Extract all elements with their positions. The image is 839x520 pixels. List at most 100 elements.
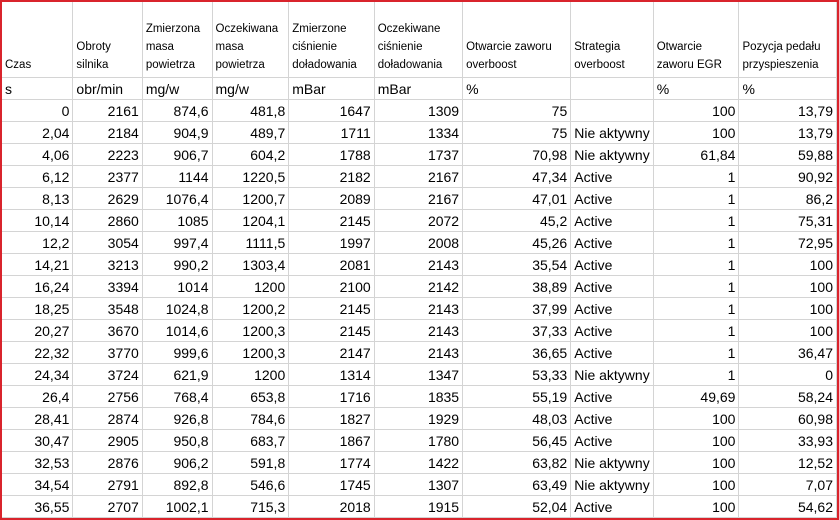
table-cell[interactable]: 546,6 <box>212 473 290 496</box>
table-cell[interactable]: 1422 <box>374 451 464 474</box>
table-cell[interactable]: 47,01 <box>462 187 572 210</box>
table-cell[interactable]: 100 <box>653 407 740 430</box>
table-cell[interactable]: 2143 <box>374 319 464 342</box>
table-cell[interactable]: 2145 <box>288 209 375 232</box>
table-cell[interactable]: 2161 <box>72 99 143 122</box>
table-cell[interactable]: 1737 <box>374 143 464 166</box>
table-cell[interactable]: 0 <box>2 99 74 122</box>
table-cell[interactable]: 3770 <box>72 341 143 364</box>
table-cell[interactable]: 2167 <box>374 187 464 210</box>
table-cell[interactable]: 60,98 <box>738 407 837 430</box>
table-cell[interactable]: Nie aktywny <box>570 143 654 166</box>
table-cell[interactable]: Active <box>570 231 654 254</box>
table-cell[interactable]: 75 <box>462 99 572 122</box>
table-cell[interactable]: 36,55 <box>2 495 74 518</box>
table-cell[interactable]: 100 <box>738 275 837 298</box>
table-cell[interactable]: 2184 <box>72 121 143 144</box>
table-cell[interactable]: 3548 <box>72 297 143 320</box>
table-cell[interactable]: 999,6 <box>142 341 213 364</box>
table-cell[interactable]: 2791 <box>72 473 143 496</box>
table-cell[interactable]: 1 <box>653 253 740 276</box>
table-cell[interactable]: Active <box>570 319 654 342</box>
table-cell[interactable]: 100 <box>653 121 740 144</box>
table-cell[interactable]: 45,2 <box>462 209 572 232</box>
table-cell[interactable]: 2100 <box>288 275 375 298</box>
table-cell[interactable]: 34,54 <box>2 473 74 496</box>
table-cell[interactable]: Active <box>570 341 654 364</box>
table-cell[interactable]: 100 <box>653 473 740 496</box>
table-cell[interactable]: Active <box>570 407 654 430</box>
unit-cell[interactable]: mg/w <box>142 77 213 100</box>
table-cell[interactable]: Active <box>570 209 654 232</box>
table-cell[interactable]: 20,27 <box>2 319 74 342</box>
table-cell[interactable]: 2223 <box>72 143 143 166</box>
table-cell[interactable]: 1076,4 <box>142 187 213 210</box>
table-cell[interactable]: 1716 <box>288 385 375 408</box>
table-cell[interactable]: 2143 <box>374 297 464 320</box>
table-cell[interactable]: Active <box>570 495 654 518</box>
header-cell[interactable]: Zmierzona masa powietrza <box>142 2 213 78</box>
table-cell[interactable]: 653,8 <box>212 385 290 408</box>
table-cell[interactable]: 86,2 <box>738 187 837 210</box>
table-cell[interactable]: 52,04 <box>462 495 572 518</box>
table-cell[interactable]: 1788 <box>288 143 375 166</box>
table-cell[interactable]: 61,84 <box>653 143 740 166</box>
table-cell[interactable]: 24,34 <box>2 363 74 386</box>
table-cell[interactable]: 63,49 <box>462 473 572 496</box>
unit-cell[interactable]: % <box>738 77 837 100</box>
table-cell[interactable]: 1111,5 <box>212 231 290 254</box>
table-cell[interactable]: 3724 <box>72 363 143 386</box>
table-cell[interactable]: 3670 <box>72 319 143 342</box>
header-cell[interactable]: Otwarcie zaworu EGR <box>653 2 740 78</box>
table-cell[interactable]: 100 <box>653 429 740 452</box>
table-cell[interactable]: 26,4 <box>2 385 74 408</box>
unit-cell[interactable]: s <box>2 77 74 100</box>
table-cell[interactable]: 55,19 <box>462 385 572 408</box>
table-cell[interactable]: 2072 <box>374 209 464 232</box>
table-cell[interactable]: 47,34 <box>462 165 572 188</box>
table-cell[interactable]: 1024,8 <box>142 297 213 320</box>
table-cell[interactable]: 2377 <box>72 165 143 188</box>
table-cell[interactable]: Active <box>570 253 654 276</box>
table-cell[interactable]: 1 <box>653 297 740 320</box>
table-cell[interactable]: 70,98 <box>462 143 572 166</box>
table-cell[interactable]: 904,9 <box>142 121 213 144</box>
table-cell[interactable]: 36,47 <box>738 341 837 364</box>
table-cell[interactable]: 926,8 <box>142 407 213 430</box>
header-cell[interactable]: Oczekiwana masa powietrza <box>212 2 290 78</box>
table-cell[interactable]: 997,4 <box>142 231 213 254</box>
table-cell[interactable]: 72,95 <box>738 231 837 254</box>
header-cell[interactable]: Oczekiwane ciśnienie doładowania <box>374 2 464 78</box>
table-cell[interactable]: 1 <box>653 231 740 254</box>
table-cell[interactable]: 36,65 <box>462 341 572 364</box>
table-cell[interactable]: 12,52 <box>738 451 837 474</box>
table-cell[interactable]: 1 <box>653 319 740 342</box>
table-cell[interactable]: 3054 <box>72 231 143 254</box>
table-cell[interactable]: 100 <box>738 319 837 342</box>
table-cell[interactable]: 18,25 <box>2 297 74 320</box>
table-cell[interactable]: 37,33 <box>462 319 572 342</box>
table-cell[interactable]: 59,88 <box>738 143 837 166</box>
table-cell[interactable]: 2143 <box>374 341 464 364</box>
table-cell[interactable]: 1929 <box>374 407 464 430</box>
table-cell[interactable]: 13,79 <box>738 99 837 122</box>
unit-cell[interactable]: % <box>462 77 572 100</box>
table-cell[interactable]: 1309 <box>374 99 464 122</box>
table-cell[interactable]: 2629 <box>72 187 143 210</box>
table-cell[interactable]: 683,7 <box>212 429 290 452</box>
table-cell[interactable]: 2089 <box>288 187 375 210</box>
table-cell[interactable]: 892,8 <box>142 473 213 496</box>
table-cell[interactable]: 35,54 <box>462 253 572 276</box>
table-cell[interactable]: Active <box>570 429 654 452</box>
table-cell[interactable]: 30,47 <box>2 429 74 452</box>
table-cell[interactable]: 2860 <box>72 209 143 232</box>
table-cell[interactable]: 874,6 <box>142 99 213 122</box>
table-cell[interactable]: 715,3 <box>212 495 290 518</box>
table-cell[interactable]: 1014,6 <box>142 319 213 342</box>
table-cell[interactable]: 1867 <box>288 429 375 452</box>
table-cell[interactable]: 0 <box>738 363 837 386</box>
unit-cell[interactable]: obr/min <box>72 77 143 100</box>
table-cell[interactable]: 604,2 <box>212 143 290 166</box>
table-cell[interactable]: 1220,5 <box>212 165 290 188</box>
table-cell[interactable]: 906,7 <box>142 143 213 166</box>
